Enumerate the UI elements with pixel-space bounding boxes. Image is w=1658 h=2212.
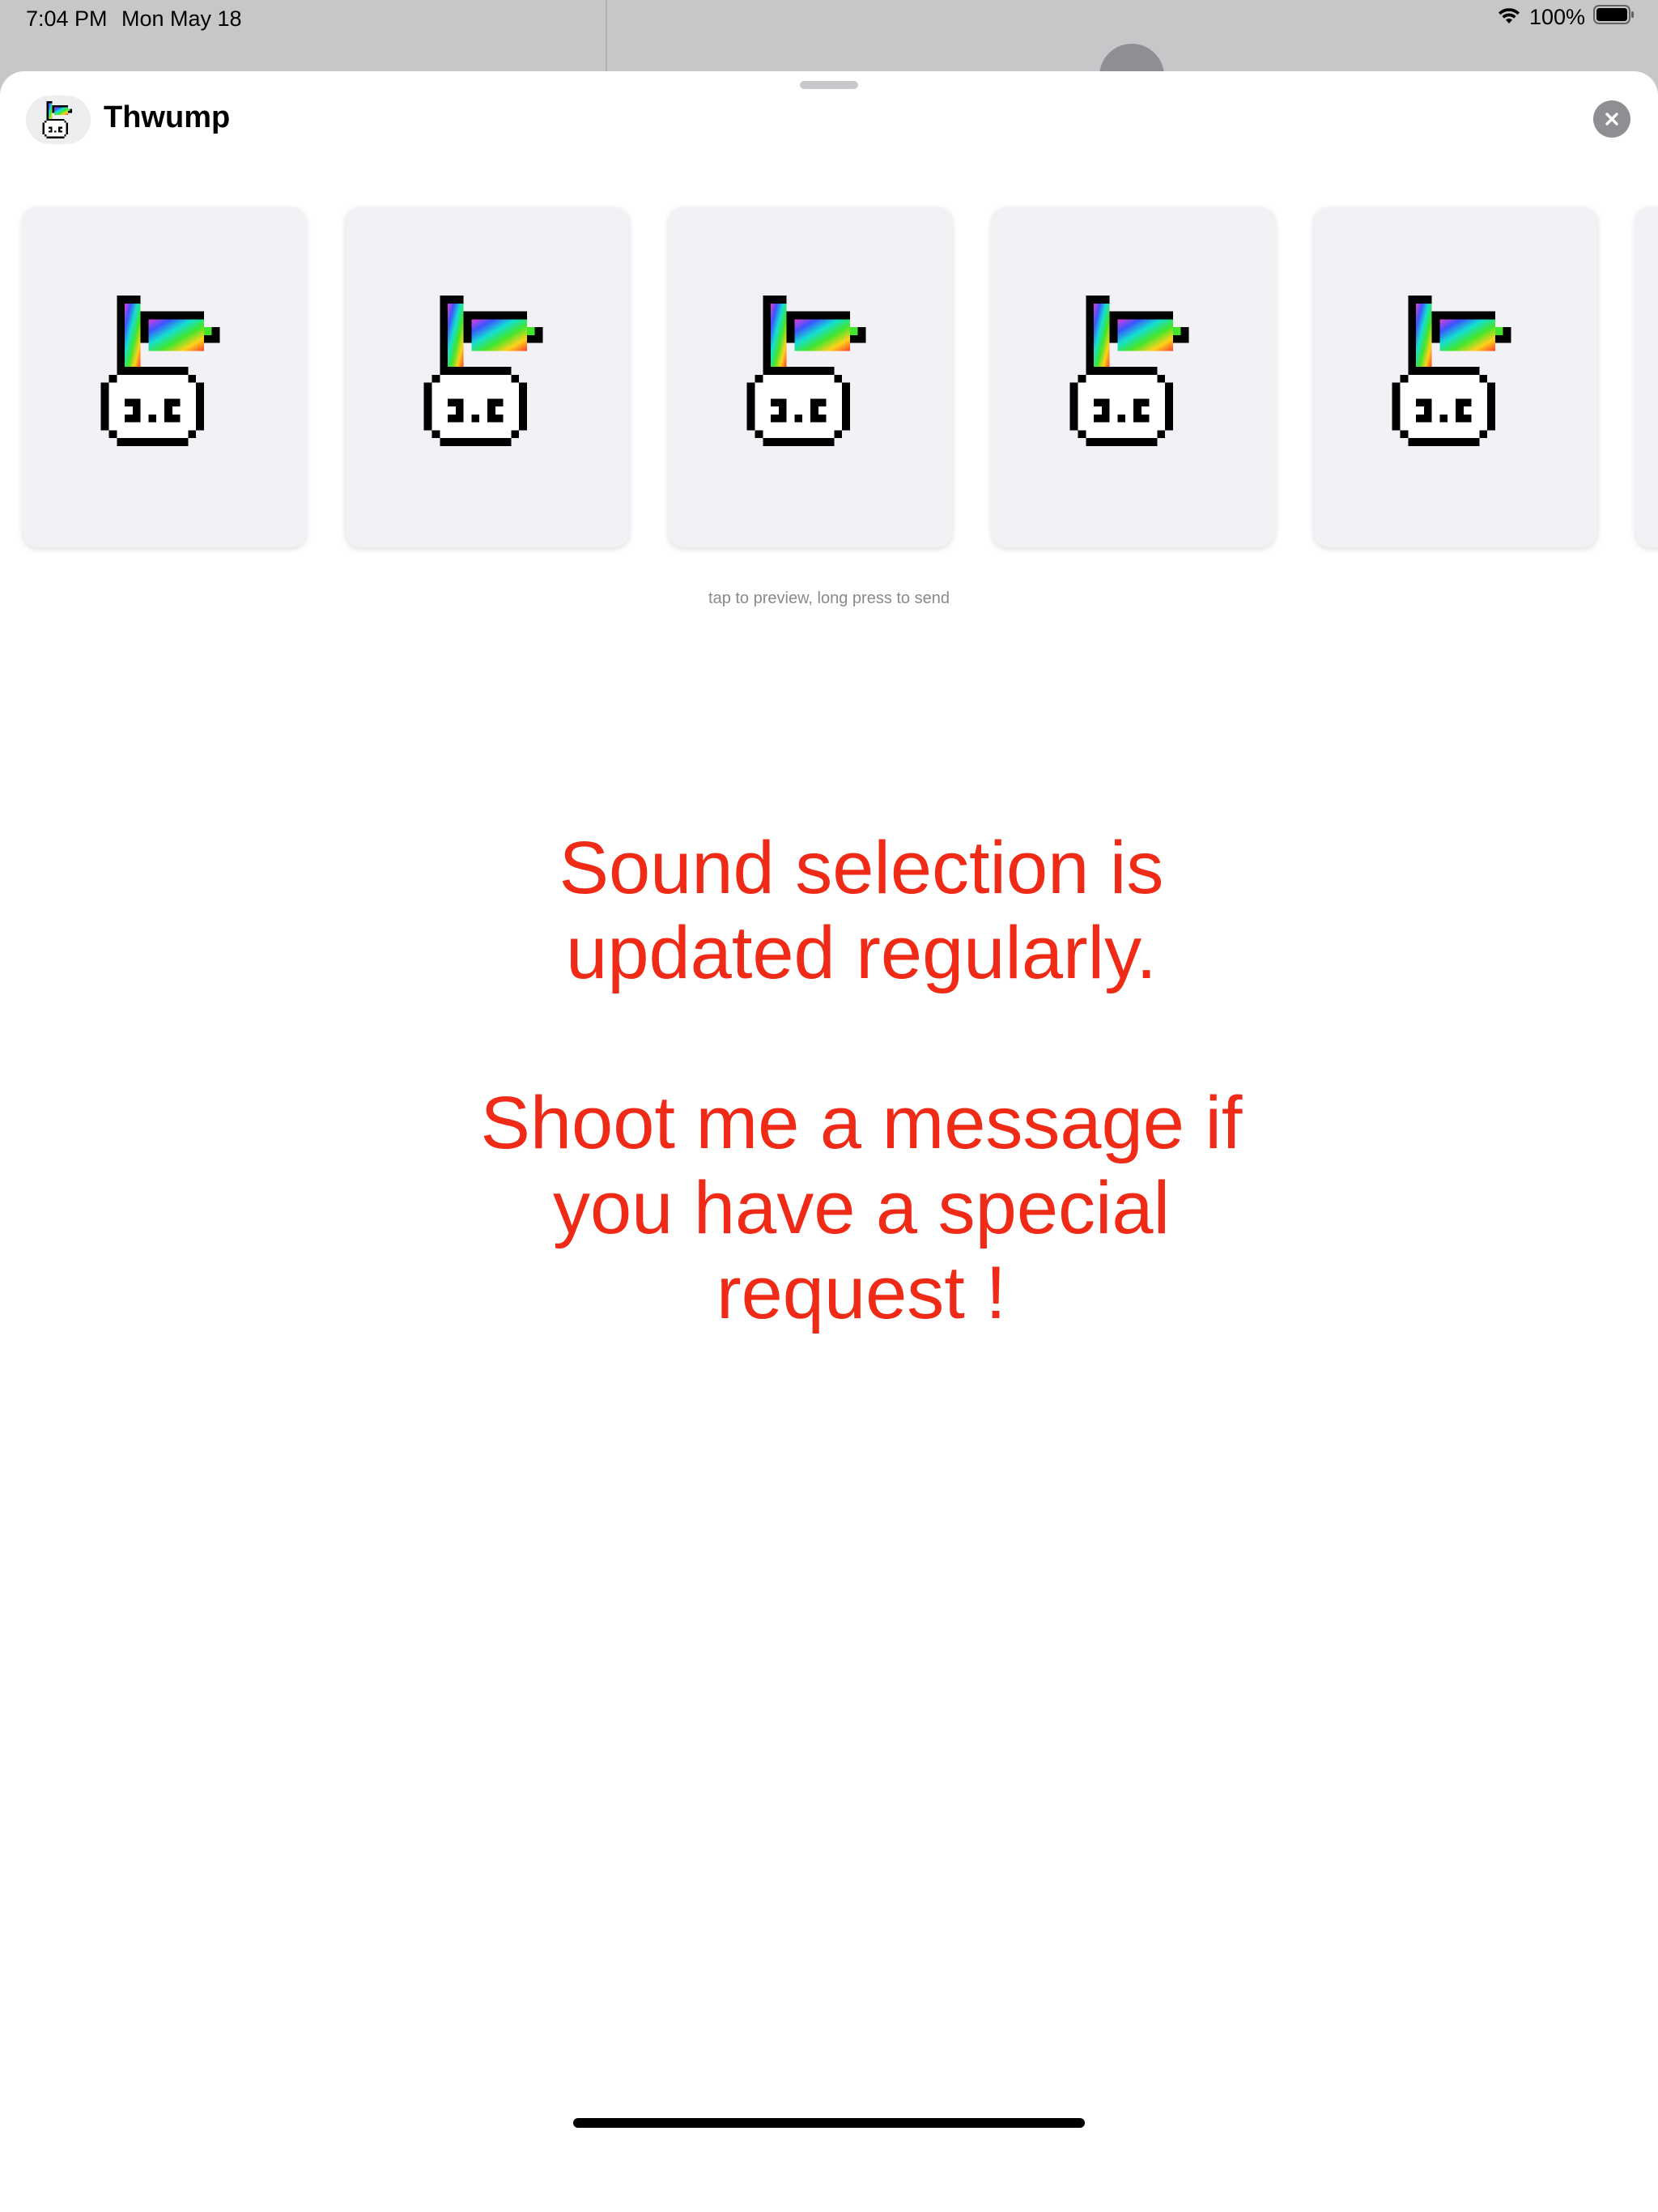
sheet-grabber[interactable] [800,81,858,89]
sticker-card[interactable] [346,207,629,547]
sticker-card[interactable] [23,207,306,547]
bunny-sticker-icon [423,296,552,446]
message-line: updated regularly. [566,912,1157,994]
bunny-sticker-icon [1069,296,1198,446]
home-indicator[interactable] [573,2118,1085,2128]
sticker-card[interactable] [992,207,1275,547]
battery-percent: 100% [1528,5,1585,29]
sticker-card-partial[interactable] [1635,207,1658,547]
sticker-row [0,207,1658,547]
bunny-sticker-icon [746,296,875,446]
app-icon [26,96,91,144]
hint-text: tap to preview, long press to send [708,589,950,607]
info-message: Sound selection is updated regularly. Sh… [376,826,1347,1336]
status-date: Mon May 18 [121,6,242,31]
message-line: Shoot me a message if [480,1082,1243,1164]
sticker-card[interactable] [1314,207,1597,547]
wifi-icon [1497,5,1521,30]
battery-icon [1593,5,1635,30]
status-indicators: 100% [1497,5,1635,30]
app-title: Thwump [104,100,231,134]
bunny-icon [42,101,74,138]
message-line: request ! [716,1252,1006,1334]
message-line: you have a special [552,1167,1171,1249]
status-time: 7:04 PM [26,6,108,31]
status-bar: 7:04 PM Mon May 18 100% [0,0,1658,71]
sticker-card[interactable] [669,207,952,547]
close-icon [1605,113,1618,125]
bunny-sticker-icon [100,296,229,446]
imessage-app-sheet: Thwump tap to preview, long press to sen… [0,71,1658,2212]
close-button[interactable] [1593,100,1630,138]
split-view-divider[interactable] [606,0,607,71]
bunny-sticker-icon [1391,296,1520,446]
message-line: Sound selection is [559,827,1164,909]
